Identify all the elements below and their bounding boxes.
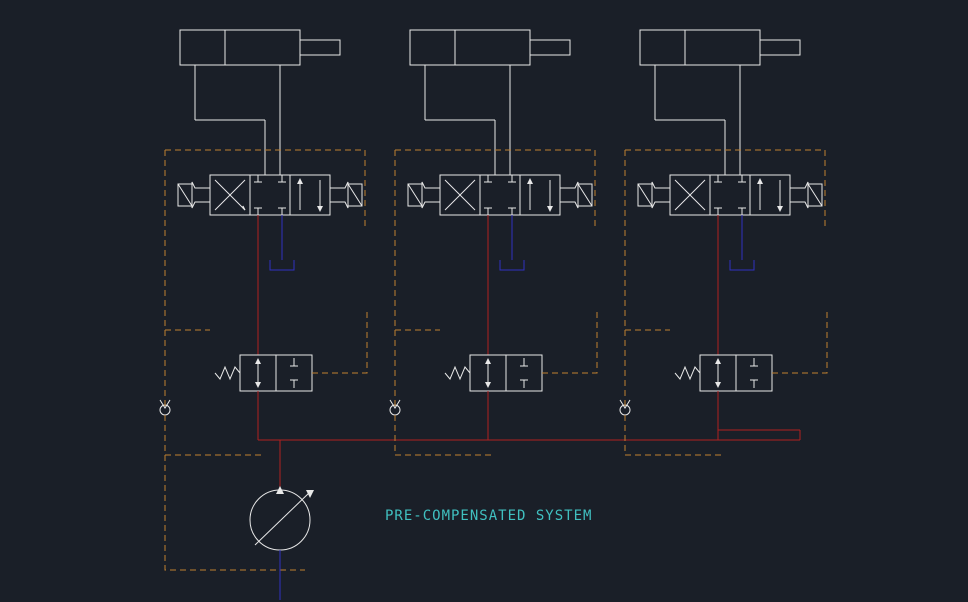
tank-2 — [500, 255, 524, 270]
diagram-title: PRE-COMPENSATED SYSTEM — [385, 508, 592, 524]
compensator-valve-2 — [445, 355, 542, 440]
hydraulic-schematic: PRE-COMPENSATED SYSTEM — [0, 0, 968, 602]
tank-3 — [730, 255, 754, 270]
variable-pump — [250, 486, 314, 600]
compensator-valve-3 — [675, 355, 772, 440]
pilot-lines — [165, 150, 827, 570]
cylinder-2 — [410, 30, 570, 175]
cylinder-1 — [180, 30, 340, 175]
supply-line — [258, 430, 800, 490]
tank-1 — [270, 255, 294, 270]
compensator-valve-1 — [215, 355, 312, 440]
cylinder-3 — [640, 30, 800, 175]
